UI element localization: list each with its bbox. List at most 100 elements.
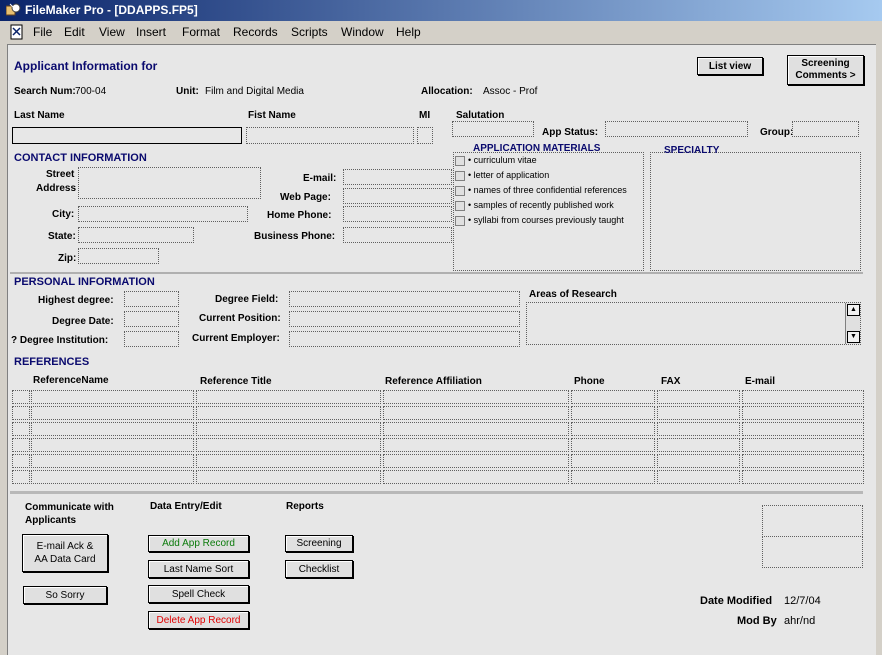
first-name-field[interactable] [246, 127, 414, 144]
menu-insert[interactable]: Insert [136, 25, 166, 39]
phone-cell[interactable] [571, 390, 655, 404]
row-selector[interactable] [12, 406, 30, 420]
zip-field[interactable] [78, 248, 159, 264]
phone-cell[interactable] [571, 470, 655, 484]
city-field[interactable] [78, 206, 248, 222]
salutation-field[interactable] [452, 121, 534, 137]
reference-name-cell[interactable] [31, 470, 194, 484]
phone-cell[interactable] [571, 422, 655, 436]
fax-cell[interactable] [657, 438, 740, 452]
row-selector[interactable] [12, 438, 30, 452]
table-row[interactable] [10, 454, 864, 469]
last-name-sort-button[interactable]: Last Name Sort [148, 560, 249, 578]
email-cell[interactable] [742, 454, 864, 468]
misc-field-bottom[interactable] [762, 536, 863, 568]
menu-view[interactable]: View [99, 25, 125, 39]
menu-records[interactable]: Records [233, 25, 278, 39]
mi-field[interactable] [417, 127, 433, 144]
reference-affiliation-cell[interactable] [383, 438, 569, 452]
menu-file[interactable]: File [33, 25, 52, 39]
reference-title-cell[interactable] [196, 454, 381, 468]
reference-name-cell[interactable] [31, 438, 194, 452]
checkbox-curriculum-vitae[interactable] [455, 156, 465, 166]
misc-field-top[interactable] [762, 505, 863, 537]
fax-cell[interactable] [657, 454, 740, 468]
table-row[interactable] [10, 390, 864, 405]
row-selector[interactable] [12, 390, 30, 404]
checkbox-letter-of-application[interactable] [455, 171, 465, 181]
current-position-field[interactable] [289, 311, 520, 327]
phone-cell[interactable] [571, 438, 655, 452]
areas-of-research-field[interactable] [526, 302, 861, 345]
checkbox-samples[interactable] [455, 201, 465, 211]
reference-title-cell[interactable] [196, 422, 381, 436]
current-employer-field[interactable] [289, 331, 520, 347]
phone-cell[interactable] [571, 406, 655, 420]
checkbox-syllabi[interactable] [455, 216, 465, 226]
reference-title-cell[interactable] [196, 390, 381, 404]
checkbox-references[interactable] [455, 186, 465, 196]
checklist-button[interactable]: Checklist [285, 560, 353, 578]
delete-app-record-button[interactable]: Delete App Record [148, 611, 249, 629]
fax-cell[interactable] [657, 406, 740, 420]
web-page-field[interactable] [343, 188, 452, 204]
degree-date-field[interactable] [124, 311, 179, 327]
menu-format[interactable]: Format [182, 25, 220, 39]
row-selector[interactable] [12, 470, 30, 484]
phone-cell[interactable] [571, 454, 655, 468]
row-selector[interactable] [12, 422, 30, 436]
table-row[interactable] [10, 438, 864, 453]
fax-cell[interactable] [657, 422, 740, 436]
state-field[interactable] [78, 227, 194, 243]
reference-name-cell[interactable] [31, 406, 194, 420]
reference-affiliation-cell[interactable] [383, 422, 569, 436]
degree-field-field[interactable] [289, 291, 520, 307]
add-app-record-button[interactable]: Add App Record [148, 535, 249, 552]
email-cell[interactable] [742, 470, 864, 484]
reference-name-cell[interactable] [31, 454, 194, 468]
scroll-down-icon[interactable]: ▼ [847, 331, 860, 343]
email-ack-button[interactable]: E-mail Ack & AA Data Card [22, 534, 108, 572]
list-view-button[interactable]: List view [697, 57, 763, 75]
highest-degree-field[interactable] [124, 291, 179, 307]
scroll-up-icon[interactable]: ▲ [847, 304, 860, 316]
reference-affiliation-cell[interactable] [383, 470, 569, 484]
row-selector[interactable] [12, 454, 30, 468]
menu-window[interactable]: Window [341, 25, 384, 39]
last-name-field[interactable] [12, 127, 242, 144]
specialty-field[interactable] [650, 152, 861, 271]
reference-title-cell[interactable] [196, 438, 381, 452]
screening-report-button[interactable]: Screening [285, 535, 353, 552]
screening-comments-button[interactable]: Screening Comments > [787, 55, 864, 85]
menu-help[interactable]: Help [396, 25, 421, 39]
research-scrollbar[interactable]: ▲ ▼ [845, 303, 860, 344]
table-row[interactable] [10, 470, 864, 485]
reference-affiliation-cell[interactable] [383, 406, 569, 420]
email-cell[interactable] [742, 390, 864, 404]
home-phone-field[interactable] [343, 206, 452, 222]
table-row[interactable] [10, 422, 864, 437]
street-address-field[interactable] [78, 167, 261, 199]
menu-edit[interactable]: Edit [64, 25, 85, 39]
table-row[interactable] [10, 406, 864, 421]
email-cell[interactable] [742, 422, 864, 436]
fax-cell[interactable] [657, 390, 740, 404]
group-field[interactable] [792, 121, 859, 137]
reference-title-cell[interactable] [196, 470, 381, 484]
so-sorry-button[interactable]: So Sorry [23, 586, 107, 604]
email-field[interactable] [343, 169, 452, 185]
reference-affiliation-cell[interactable] [383, 454, 569, 468]
email-cell[interactable] [742, 406, 864, 420]
fax-cell[interactable] [657, 470, 740, 484]
reference-title-cell[interactable] [196, 406, 381, 420]
spell-check-button[interactable]: Spell Check [148, 585, 249, 603]
reference-affiliation-cell[interactable] [383, 390, 569, 404]
app-status-field[interactable] [605, 121, 748, 137]
reference-name-cell[interactable] [31, 390, 194, 404]
reference-name-cell[interactable] [31, 422, 194, 436]
email-cell[interactable] [742, 438, 864, 452]
business-phone-field[interactable] [343, 227, 452, 243]
menu-scripts[interactable]: Scripts [291, 25, 328, 39]
document-icon[interactable] [10, 24, 24, 40]
degree-institution-field[interactable] [124, 331, 179, 347]
